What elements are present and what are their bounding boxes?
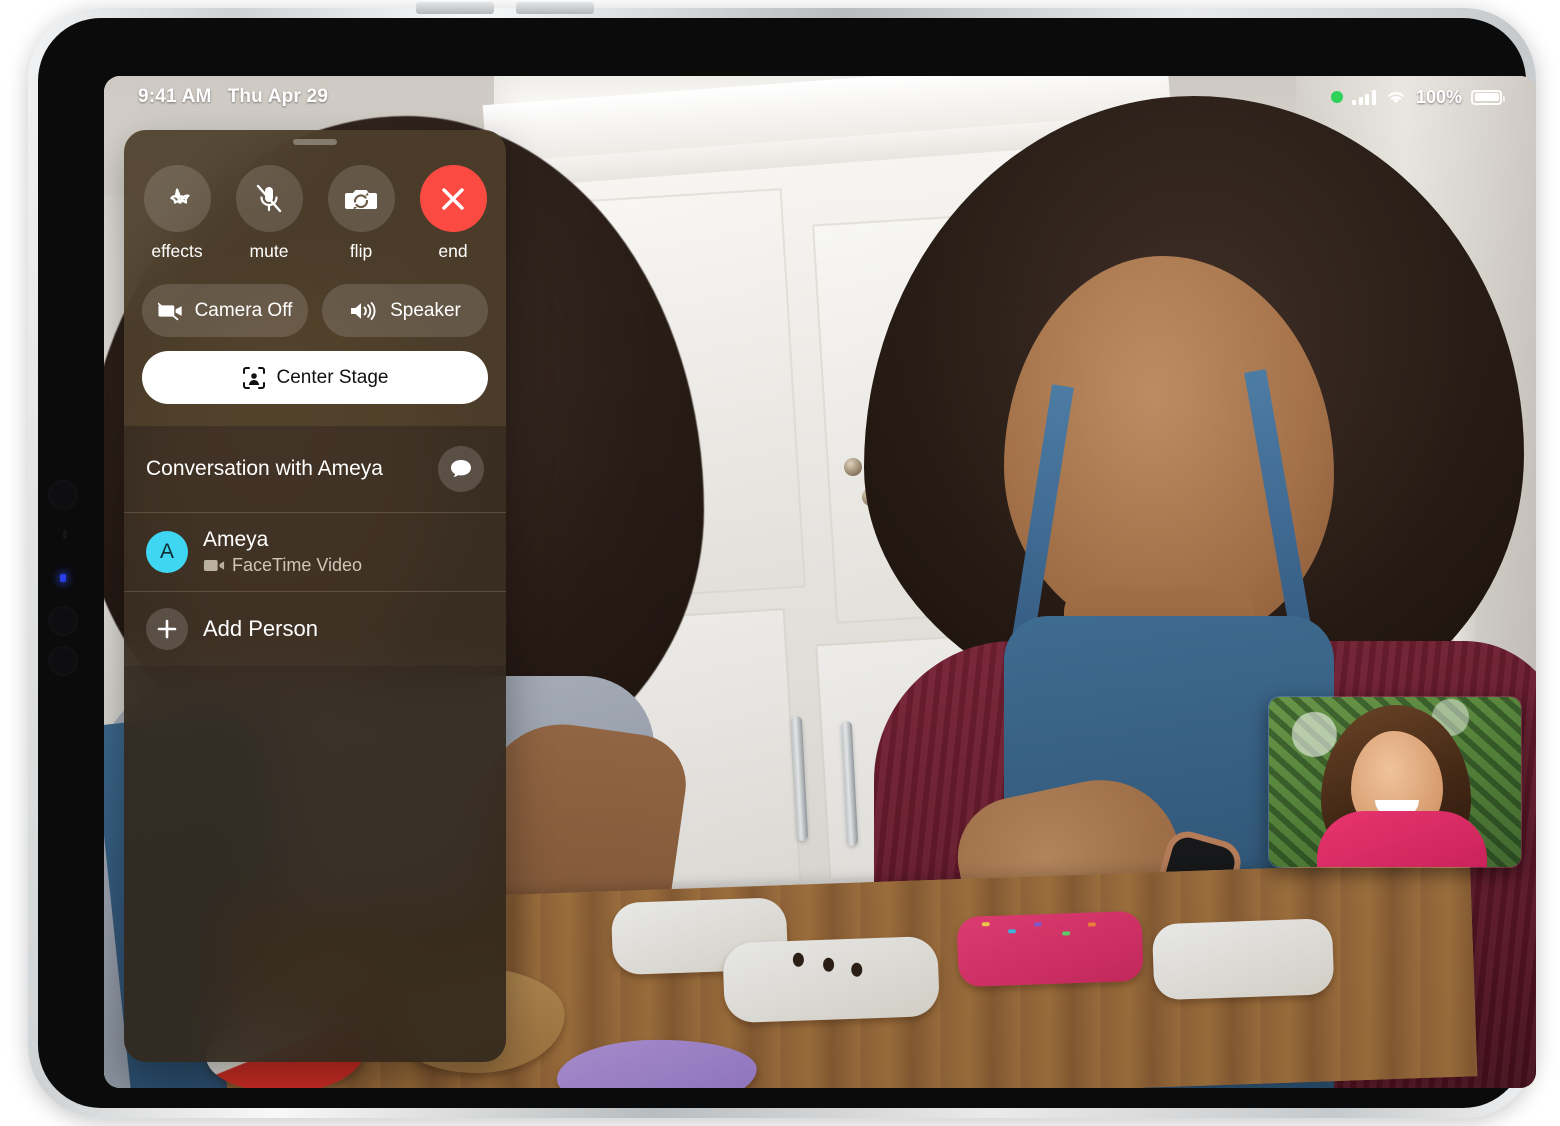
camera-off-label: Camera Off: [194, 299, 293, 321]
flip-label: flip: [349, 241, 373, 261]
video-camera-icon: [203, 560, 225, 572]
conversation-title: Conversation with Ameya: [146, 457, 383, 480]
mute-button[interactable]: mute: [234, 165, 304, 262]
video-camera-off-icon: [157, 301, 182, 320]
screenshot-root: 9:41 AM Thu Apr 29 100% effects mute fli…: [0, 0, 1560, 1126]
center-stage-button[interactable]: Center Stage: [142, 351, 488, 404]
end-label: end: [438, 241, 468, 261]
sprinkle: [1033, 922, 1042, 927]
participant-row[interactable]: A Ameya FaceTime Video: [124, 513, 506, 593]
participant-status-label: FaceTime Video: [232, 555, 363, 576]
camera-in-use-indicator-icon: [1331, 91, 1344, 103]
messages-button[interactable]: [438, 446, 484, 492]
add-person-row[interactable]: Add Person: [124, 592, 506, 666]
end-button-circle[interactable]: [419, 165, 487, 232]
pip-self-view[interactable]: [1268, 696, 1522, 868]
effects-button-circle[interactable]: [143, 165, 211, 232]
flip-button-circle[interactable]: [327, 165, 395, 232]
flip-camera-button[interactable]: flip: [326, 165, 396, 262]
speaker-waves-icon: [351, 301, 376, 320]
status-bar: 9:41 AM Thu Apr 29 100%: [104, 76, 1536, 118]
sprinkle: [1087, 922, 1096, 927]
device-bezel: 9:41 AM Thu Apr 29 100% effects mute fli…: [38, 18, 1536, 1108]
battery-icon: [1471, 89, 1505, 105]
ipad-device: 9:41 AM Thu Apr 29 100% effects mute fli…: [28, 2, 1536, 1118]
plus-icon: [146, 608, 188, 651]
facetime-control-panel: effects mute flip end Camera Off Speaker…: [124, 130, 506, 1062]
microphone-port: [63, 530, 67, 539]
status-time: 9:41 AM: [138, 86, 212, 107]
sprinkle: [1007, 929, 1017, 934]
close-x-icon: [442, 187, 464, 210]
speaker-button[interactable]: Speaker: [322, 284, 488, 337]
pip-person-shirt: [1317, 811, 1487, 867]
effects-button[interactable]: effects: [142, 165, 212, 262]
facetime-controls-section: effects mute flip end Camera Off Speaker…: [124, 130, 506, 426]
smart-connector-pin: [48, 480, 78, 510]
volume-up-button[interactable]: [416, 2, 494, 14]
smart-connector-pin: [48, 606, 78, 636]
battery-percent-label: 100%: [1415, 86, 1462, 107]
cookie-iced: [722, 935, 940, 1024]
mic-muted-icon: [256, 184, 282, 212]
status-date: Thu Apr 29: [227, 86, 329, 107]
ipad-screen: 9:41 AM Thu Apr 29 100% effects mute fli…: [104, 76, 1536, 1088]
camera-off-button[interactable]: Camera Off: [142, 284, 308, 337]
primary-controls-row: effects mute flip end: [124, 165, 506, 262]
mute-button-circle[interactable]: [235, 165, 303, 232]
add-person-label: Add Person: [203, 616, 318, 642]
status-led: [60, 574, 66, 582]
participant-status: FaceTime Video: [203, 555, 362, 576]
conversation-header: Conversation with Ameya: [124, 426, 506, 513]
speaker-label: Speaker: [390, 299, 461, 321]
sprinkle: [981, 922, 990, 927]
cookie-iced: [1151, 918, 1335, 1001]
cellular-signal-icon: [1352, 89, 1376, 105]
message-bubble-icon: [451, 460, 471, 477]
sprinkle: [1062, 931, 1071, 936]
mute-label: mute: [249, 241, 289, 261]
panel-empty-area: [124, 666, 506, 1062]
avatar: A: [146, 531, 188, 574]
participant-name: Ameya: [203, 528, 269, 551]
toggle-row: Camera Off Speaker: [124, 270, 506, 337]
effects-label: effects: [151, 241, 203, 261]
center-stage-icon: [242, 366, 265, 389]
camera-flip-icon: [345, 189, 377, 210]
wifi-icon: [1385, 89, 1407, 105]
cookie-frosted-purple: [555, 1036, 758, 1088]
conversation-section: Conversation with Ameya A Ameya FaceTime…: [124, 426, 506, 667]
end-call-button[interactable]: end: [418, 165, 488, 262]
center-stage-label: Center Stage: [276, 366, 389, 388]
panel-drag-handle[interactable]: [293, 139, 337, 145]
smart-connector-pin: [48, 646, 78, 676]
volume-down-button[interactable]: [516, 2, 594, 14]
effects-star-icon: [170, 187, 190, 204]
